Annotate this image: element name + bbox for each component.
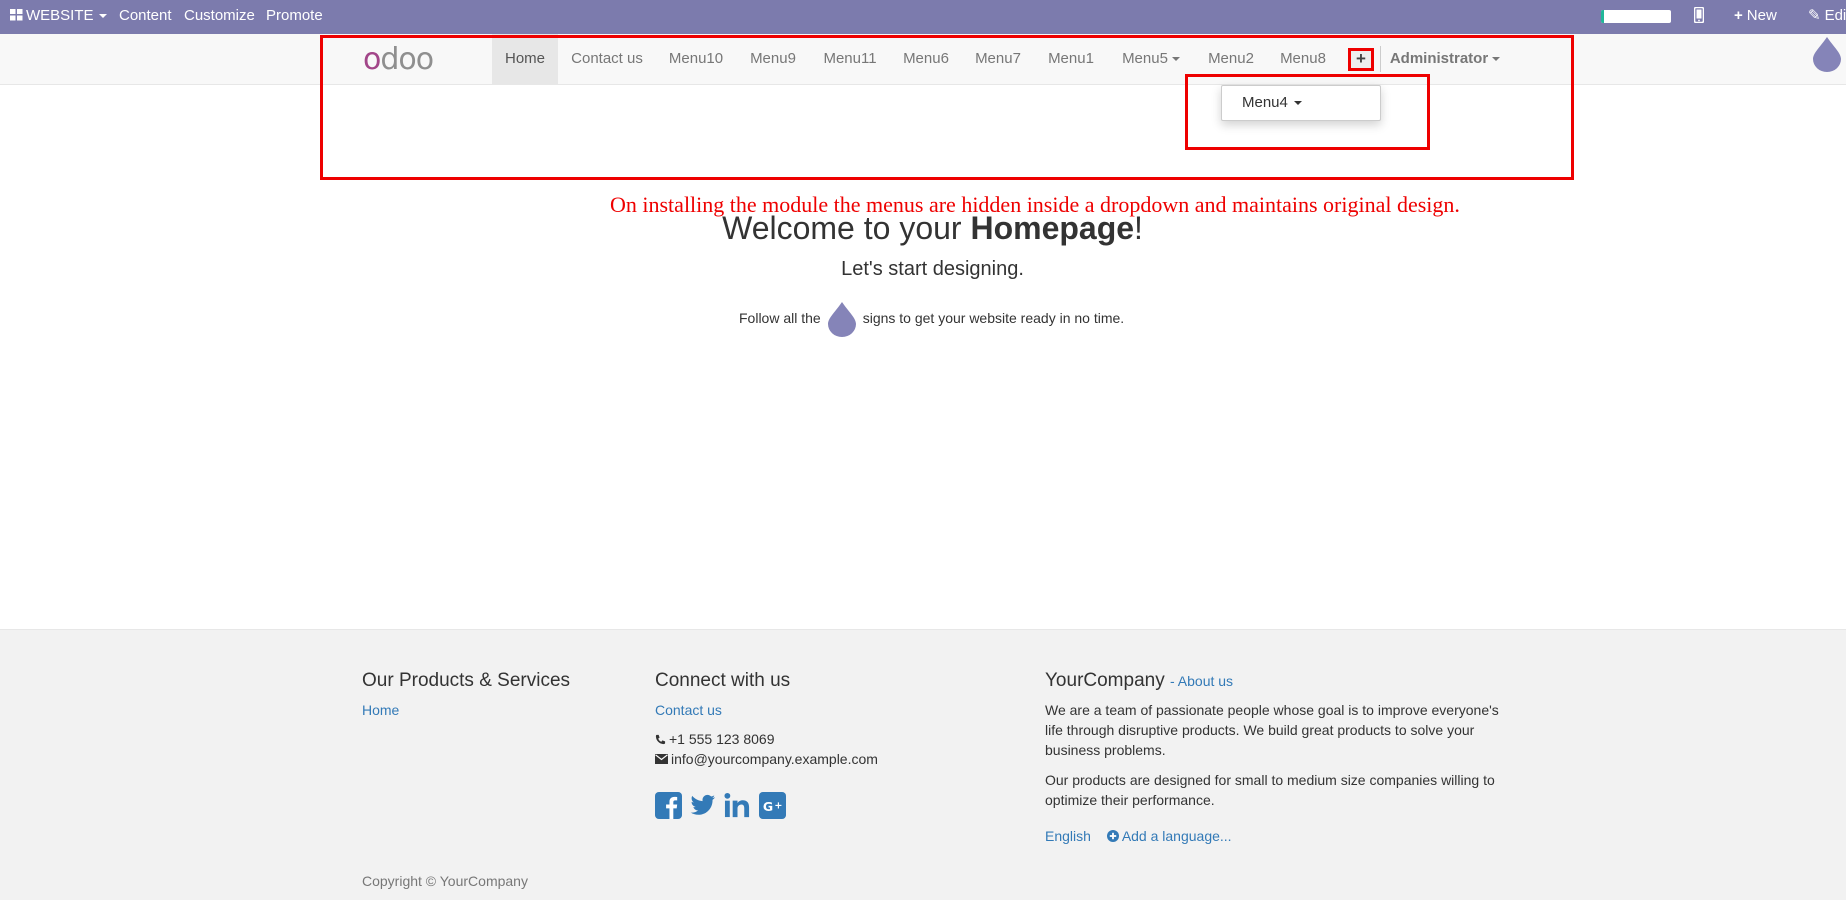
add-language-link[interactable]: Add a language... bbox=[1106, 828, 1232, 844]
language-english-link[interactable]: English bbox=[1045, 828, 1091, 844]
apps-grid-icon bbox=[10, 9, 23, 21]
footer: Our Products & Services Home Connect wit… bbox=[0, 629, 1846, 900]
envelope-icon bbox=[655, 754, 668, 764]
promote-menu[interactable]: Promote bbox=[266, 0, 323, 34]
droplet-icon bbox=[827, 302, 856, 338]
email-address: info@yourcompany.example.com bbox=[671, 751, 878, 767]
hero-title-suffix: ! bbox=[1134, 210, 1143, 246]
company-name: YourCompany bbox=[1045, 670, 1165, 691]
website-menu-label: WEBSITE bbox=[26, 7, 94, 24]
pencil-icon: ✎ bbox=[1808, 7, 1821, 24]
footer-home-link[interactable]: Home bbox=[362, 702, 399, 718]
follow-after: signs to get your website ready in no ti… bbox=[862, 310, 1125, 326]
new-button-label: New bbox=[1746, 7, 1777, 24]
website-progress-bar bbox=[1601, 10, 1671, 23]
content-menu[interactable]: Content bbox=[119, 0, 172, 34]
chevron-down-icon bbox=[98, 14, 107, 19]
phone-icon bbox=[655, 734, 666, 745]
hero-title-prefix: Welcome to your bbox=[722, 210, 971, 246]
hero-follow-text: Follow all the signs to get your website … bbox=[739, 300, 1125, 338]
footer-email: info@yourcompany.example.com bbox=[655, 749, 878, 769]
hero-title-bold: Homepage bbox=[970, 210, 1135, 246]
plus-icon: + bbox=[1734, 7, 1743, 24]
about-paragraph-2: Our products are designed for small to m… bbox=[1045, 772, 1495, 808]
edit-button-label: Edi bbox=[1824, 7, 1846, 24]
google-plus-icon[interactable]: G + bbox=[759, 792, 786, 819]
mobile-preview-button[interactable] bbox=[1693, 0, 1705, 34]
follow-before: Follow all the bbox=[739, 310, 821, 326]
website-menu[interactable]: WEBSITE bbox=[10, 0, 107, 34]
hero-title: Welcome to your Homepage! bbox=[0, 210, 1846, 247]
footer-phone: +1 555 123 8069 bbox=[655, 729, 775, 749]
footer-connect-title: Connect with us bbox=[655, 670, 791, 691]
edit-button[interactable]: ✎ Edi bbox=[1808, 0, 1846, 34]
about-us-link[interactable]: - About us bbox=[1170, 673, 1233, 689]
svg-text:+: + bbox=[774, 800, 782, 811]
footer-products-title: Our Products & Services bbox=[362, 670, 571, 691]
copyright-text: Copyright © YourCompany bbox=[362, 873, 528, 889]
hero-subtitle: Let's start designing. bbox=[841, 258, 1024, 280]
droplet-icon[interactable] bbox=[1812, 36, 1842, 72]
new-button[interactable]: + New bbox=[1734, 0, 1777, 34]
plus-circle-icon bbox=[1106, 830, 1119, 842]
footer-company-title: YourCompany - About us bbox=[1045, 670, 1233, 692]
customize-menu[interactable]: Customize bbox=[184, 0, 255, 34]
progress-fill bbox=[1601, 10, 1604, 23]
linkedin-icon[interactable] bbox=[724, 792, 751, 819]
add-language-label: Add a language... bbox=[1121, 828, 1232, 844]
phone-number: +1 555 123 8069 bbox=[669, 731, 775, 747]
footer-contact-link[interactable]: Contact us bbox=[655, 702, 722, 718]
twitter-icon[interactable] bbox=[689, 792, 716, 819]
about-paragraph-1: We are a team of passionate people whose… bbox=[1045, 702, 1499, 758]
mobile-icon bbox=[1693, 6, 1705, 24]
admin-bar: WEBSITE Content Customize Promote + New ✎… bbox=[0, 0, 1846, 34]
facebook-icon[interactable] bbox=[655, 792, 682, 819]
svg-text:G: G bbox=[763, 799, 773, 814]
dropdown-highlight-box bbox=[1185, 74, 1430, 150]
language-bar: English Add a language... bbox=[1045, 826, 1232, 846]
